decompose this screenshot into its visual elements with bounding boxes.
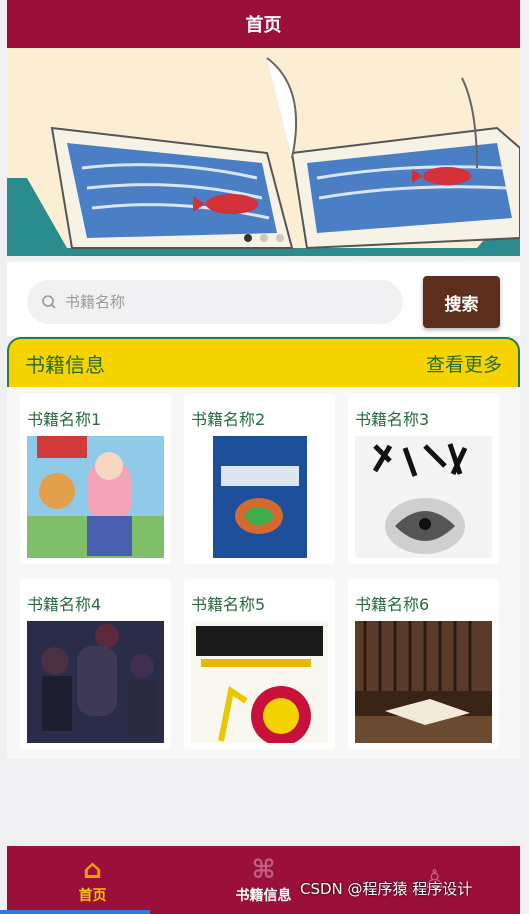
book-cover-image [27, 436, 164, 558]
book-cover-image [191, 436, 328, 558]
tab-home[interactable]: ⌂ 首页 [7, 846, 178, 914]
book-cover-image [27, 621, 164, 743]
progress-line [0, 910, 150, 914]
search-icon [42, 295, 56, 309]
book-cover-image [191, 621, 328, 743]
page-title: 首页 [245, 15, 282, 36]
book-card[interactable]: 书籍名称5 [184, 579, 335, 749]
banner-carousel[interactable] [7, 48, 520, 256]
search-bar: 搜索 [7, 262, 520, 336]
home-icon: ⌂ [83, 855, 102, 885]
section-header: 书籍信息 查看更多 [7, 337, 520, 387]
book-cover-image [355, 621, 492, 743]
view-more-link[interactable]: 查看更多 [426, 350, 502, 377]
book-card[interactable]: 书籍名称4 [20, 579, 171, 749]
tab-label: 书籍信息 [235, 888, 292, 904]
book-grid: 书籍名称1 书籍名称2 书籍名称3 书籍名称4 书籍名称5 书籍名称6 [7, 387, 520, 759]
search-field[interactable] [27, 280, 403, 324]
banner-image [7, 48, 520, 256]
carousel-indicators [7, 234, 520, 242]
book-card[interactable]: 书籍名称6 [348, 579, 499, 749]
tab-label: 首页 [78, 888, 107, 904]
book-card[interactable]: 书籍名称3 [348, 394, 499, 564]
book-name: 书籍名称5 [191, 595, 266, 614]
book-name: 书籍名称6 [355, 595, 430, 614]
carousel-dot[interactable] [243, 234, 252, 242]
section-title: 书籍信息 [25, 352, 105, 377]
book-name: 书籍名称1 [27, 410, 102, 429]
page-header: 首页 [7, 0, 520, 48]
book-card[interactable]: 书籍名称1 [20, 394, 171, 564]
search-button[interactable]: 搜索 [423, 276, 500, 328]
watermark-text: CSDN @程序猿 程序设计 [300, 880, 473, 898]
carousel-dot[interactable] [275, 234, 284, 242]
book-name: 书籍名称4 [27, 595, 102, 614]
book-name: 书籍名称3 [355, 410, 430, 429]
book-cover-image [355, 436, 492, 558]
grid-icon: ⌘ [251, 855, 276, 885]
carousel-dot[interactable] [259, 234, 268, 242]
book-name: 书籍名称2 [191, 410, 266, 429]
book-card[interactable]: 书籍名称2 [184, 394, 335, 564]
search-input[interactable] [65, 293, 365, 311]
